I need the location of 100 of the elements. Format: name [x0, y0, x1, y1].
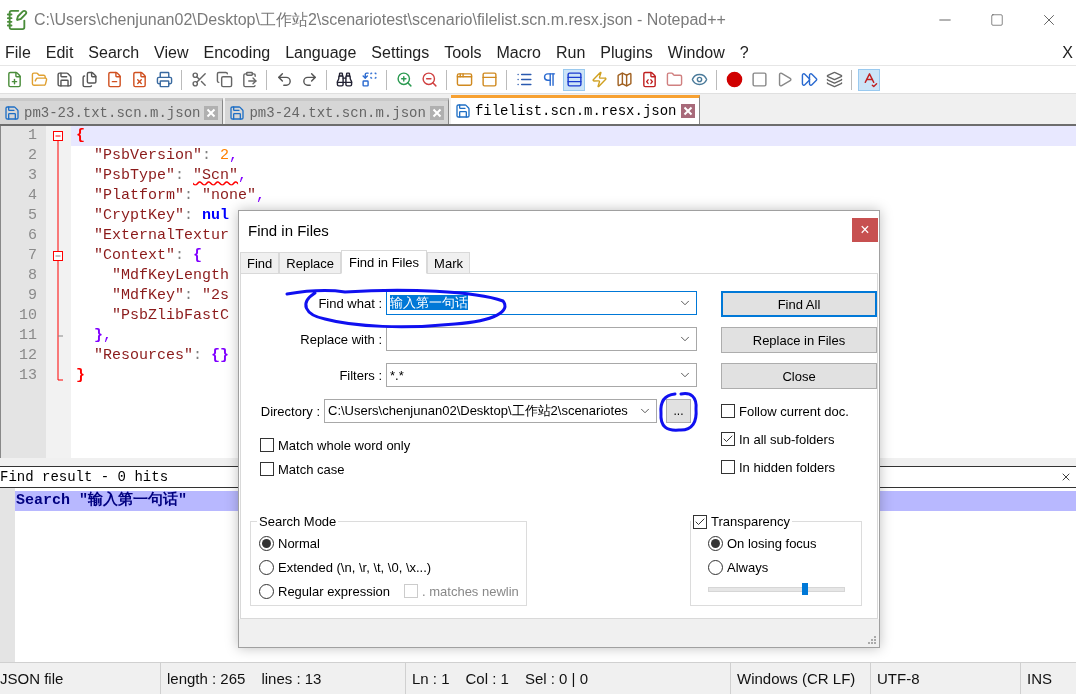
line-number: 5 — [1, 206, 46, 226]
layers-icon — [825, 71, 843, 88]
line-number: 11 — [1, 326, 46, 346]
checkbox-label: . matches newlin — [422, 583, 519, 599]
radio-label: Regular expression — [278, 583, 390, 599]
line-number: 1 — [1, 126, 46, 146]
checkbox-label: In all sub-folders — [739, 431, 835, 447]
field-label: Filters : — [338, 367, 382, 383]
combo-field[interactable]: 输入第一句话 — [386, 291, 697, 315]
checkbox[interactable] — [721, 404, 735, 418]
folder-icon — [665, 71, 683, 88]
radio-label: Normal — [278, 535, 320, 551]
line-number: 6 — [1, 226, 46, 246]
close-icon[interactable] — [1060, 471, 1072, 483]
lightning-icon — [590, 71, 608, 88]
zoom-in-icon — [395, 71, 413, 88]
eye-icon — [690, 71, 708, 88]
maximize-icon[interactable] — [990, 13, 1004, 27]
scissors-icon — [190, 71, 208, 88]
line-number: 3 — [1, 166, 46, 186]
group-title: Search Mode — [258, 514, 338, 529]
status-text: lines : 13 — [261, 670, 322, 687]
zoom-out-icon — [420, 71, 438, 88]
radio-button[interactable] — [259, 583, 274, 599]
checkbox-label: Match case — [278, 461, 345, 477]
menu-item[interactable]: Search — [88, 43, 140, 62]
radio-label: Extended (\n, \r, \t, \0, \x...) — [278, 559, 432, 575]
slider-thumb[interactable] — [801, 583, 808, 595]
resize-grip-icon[interactable] — [868, 636, 876, 644]
status-text: JSON file — [0, 670, 64, 687]
checkbox-label: Transparency — [711, 514, 790, 529]
checkbox[interactable] — [721, 432, 735, 446]
combo-field[interactable] — [386, 327, 697, 351]
radio-button[interactable] — [259, 535, 274, 551]
window-icon — [455, 71, 473, 88]
field-label: Replace with : — [299, 331, 382, 347]
menu-item[interactable]: ? — [739, 43, 749, 62]
menu-item[interactable]: Macro — [496, 43, 541, 62]
browse-button[interactable]: ... — [666, 399, 691, 423]
menu-item[interactable]: Tools — [444, 43, 482, 62]
menu-item[interactable]: Encoding — [203, 43, 271, 62]
close-document-button[interactable]: X — [1062, 43, 1073, 62]
list-icon — [515, 71, 533, 88]
menu-item[interactable]: View — [154, 43, 189, 62]
replace-icon — [360, 71, 378, 88]
status-text: Windows (CR LF) — [737, 670, 856, 687]
file-minus-icon — [105, 71, 123, 88]
menu-item[interactable]: Edit — [45, 43, 74, 62]
menu-item[interactable]: Settings — [371, 43, 430, 62]
status-text: Col : 1 — [465, 670, 509, 687]
file-tab[interactable]: pm3-24.txt.scn.m.json — [225, 98, 449, 124]
binoculars-icon — [335, 71, 353, 88]
dialog-tab[interactable]: Mark — [427, 252, 470, 273]
file-tab[interactable]: filelist.scn.m.resx.json — [450, 95, 700, 124]
status-text: Sel : 0 | 0 — [524, 670, 588, 687]
checkbox-label: In hidden folders — [739, 459, 836, 475]
radio-button[interactable] — [259, 559, 274, 575]
dialog-button[interactable]: Close — [721, 363, 877, 389]
checkbox-label: Follow current doc. — [739, 403, 849, 419]
window-title: C:\Users\chenjunan02\Desktop\工作站2\scenariotest\scenario\filelist.scn.m.resx.json - Notepad++ — [34, 9, 727, 30]
combo-field[interactable]: *.* — [386, 363, 697, 387]
close-button[interactable]: × — [852, 218, 878, 242]
notepad-icon — [6, 9, 28, 31]
toolbar-button[interactable] — [858, 68, 880, 91]
new-file-icon — [5, 71, 23, 88]
window-icon — [480, 71, 498, 88]
dialog-tab[interactable]: Find in Files — [341, 250, 428, 274]
field-label: Directory : — [260, 403, 320, 419]
checkbox[interactable] — [721, 460, 735, 474]
redo-icon — [300, 71, 318, 88]
toolbar-button[interactable] — [563, 68, 585, 91]
menu-item[interactable]: Plugins — [600, 43, 653, 62]
menu-item[interactable]: Language — [285, 43, 357, 62]
checkbox[interactable] — [260, 438, 274, 452]
file-tab[interactable]: pm3-23.txt.scn.m.json — [0, 98, 224, 124]
tab-label: pm3-24.txt.scn.m.json — [249, 104, 426, 121]
status-text: INS — [1027, 670, 1052, 687]
undo-icon — [275, 71, 293, 88]
radio-button[interactable] — [708, 535, 723, 551]
line-number: 13 — [1, 366, 46, 386]
directory-field[interactable]: C:\Users\chenjunan02\Desktop\工作站2\scenariotes — [324, 399, 657, 423]
checkbox[interactable] — [260, 462, 274, 476]
checkbox-label: Match whole word only — [278, 437, 411, 453]
menu-item[interactable]: File — [5, 43, 31, 62]
dialog-button[interactable]: Replace in Files — [721, 327, 877, 353]
menu-item[interactable]: Window — [667, 43, 725, 62]
folder-icon — [30, 71, 48, 88]
checkbox[interactable] — [693, 514, 707, 529]
line-number: 10 — [1, 306, 46, 326]
printer-icon — [155, 71, 173, 88]
menu-item[interactable]: Run — [556, 43, 586, 62]
dialog-tab[interactable]: Find — [240, 252, 280, 273]
dialog-button[interactable]: Find All — [721, 291, 877, 317]
tab-label: filelist.scn.m.resx.json — [474, 103, 677, 119]
dialog-tab[interactable]: Replace — [279, 252, 341, 273]
stop-icon — [750, 71, 768, 88]
file-x-icon — [130, 71, 148, 88]
rows-icon — [565, 71, 583, 88]
radio-button[interactable] — [708, 559, 723, 575]
clipboard-icon — [240, 71, 258, 88]
